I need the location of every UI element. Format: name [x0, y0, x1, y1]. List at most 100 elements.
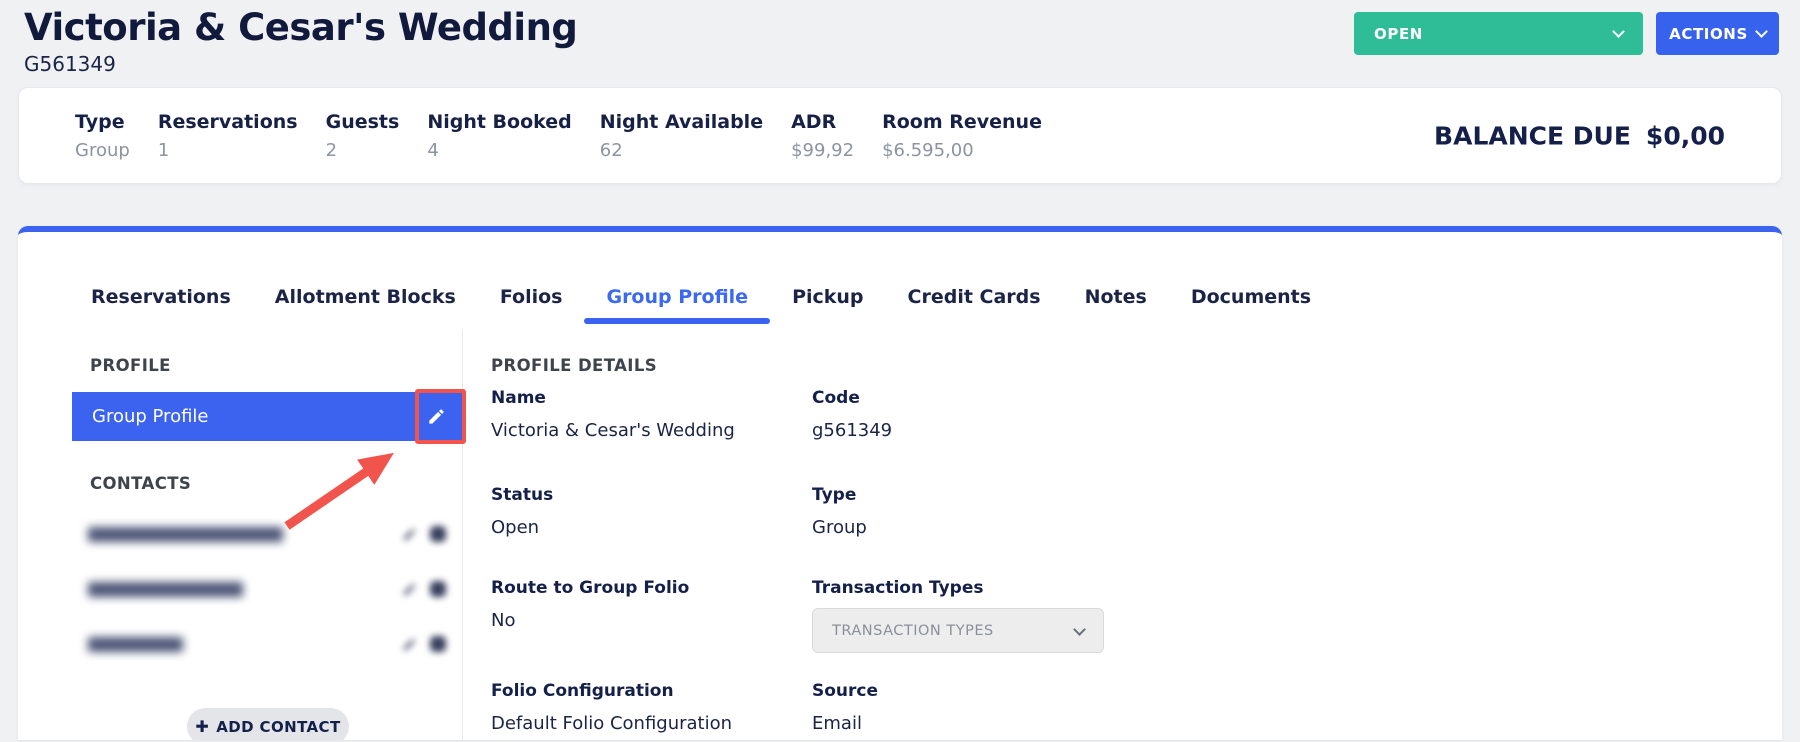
- profile-sidebar: PROFILE Group Profile CONTACTS: [18, 330, 463, 740]
- stat-value: Group: [75, 140, 130, 161]
- field-label: Code: [812, 388, 1782, 408]
- profile-section-heading: PROFILE: [90, 356, 462, 375]
- tab-content: PROFILE Group Profile CONTACTS: [18, 330, 1782, 740]
- transaction-types-dropdown[interactable]: TRANSACTION TYPES: [812, 608, 1104, 653]
- field-transaction-types: Transaction Types TRANSACTION TYPES: [812, 578, 1782, 653]
- field-type: Type Group: [812, 485, 1782, 538]
- contacts-list: [18, 521, 462, 657]
- page-header: Victoria & Cesar's Wedding G561349 OPEN …: [0, 0, 1800, 75]
- contact-row-actions: [402, 636, 446, 652]
- sidebar-item-group-profile[interactable]: Group Profile: [72, 392, 462, 441]
- edit-contact-icon[interactable]: [402, 582, 417, 597]
- field-route-to-group-folio: Route to Group Folio No: [491, 578, 812, 653]
- field-source: Source Email: [812, 681, 1782, 734]
- tab-label: Notes: [1085, 286, 1147, 308]
- field-value: Victoria & Cesar's Wedding: [491, 420, 812, 441]
- delete-contact-icon[interactable]: [430, 636, 446, 652]
- field-label: Route to Group Folio: [491, 578, 812, 598]
- field-code: Code g561349: [812, 388, 1782, 441]
- field-value: Email: [812, 713, 1782, 734]
- status-dropdown-label: OPEN: [1374, 25, 1423, 43]
- field-label: Status: [491, 485, 812, 505]
- tab-pickup[interactable]: Pickup: [770, 282, 885, 330]
- stat-value: 4: [427, 140, 571, 161]
- tab-folios[interactable]: Folios: [478, 282, 585, 330]
- stat-label: ADR: [791, 111, 854, 133]
- plus-icon: ✚: [195, 719, 209, 735]
- group-detail-card: Reservations Allotment Blocks Folios Gro…: [18, 226, 1782, 740]
- balance-due: BALANCE DUE $0,00: [1434, 121, 1725, 150]
- profile-details-heading: PROFILE DETAILS: [491, 356, 1782, 375]
- tab-group-profile[interactable]: Group Profile: [584, 282, 770, 330]
- tab-allotment-blocks[interactable]: Allotment Blocks: [253, 282, 478, 330]
- balance-due-label: BALANCE DUE: [1434, 121, 1631, 150]
- profile-details-fields: Name Victoria & Cesar's Wedding Code g56…: [491, 388, 1782, 734]
- chevron-down-icon: [1612, 25, 1625, 38]
- status-dropdown[interactable]: OPEN: [1354, 12, 1643, 55]
- field-label: Name: [491, 388, 812, 408]
- stat-type: Type Group: [75, 111, 130, 161]
- stat-label: Room Revenue: [882, 111, 1042, 133]
- field-folio-configuration: Folio Configuration Default Folio Config…: [491, 681, 812, 734]
- edit-group-profile-button[interactable]: [416, 396, 457, 437]
- tab-bar: Reservations Allotment Blocks Folios Gro…: [18, 232, 1782, 330]
- pencil-icon: [427, 407, 446, 426]
- contact-name-redacted: [88, 637, 183, 652]
- delete-contact-icon[interactable]: [430, 581, 446, 597]
- add-contact-button[interactable]: ✚ ADD CONTACT: [187, 708, 349, 740]
- stat-guests: Guests 2: [326, 111, 400, 161]
- field-value: Open: [491, 517, 812, 538]
- contact-row[interactable]: [88, 631, 446, 657]
- tab-label: Group Profile: [606, 286, 748, 308]
- stats-list: Type Group Reservations 1 Guests 2 Night…: [75, 111, 1042, 161]
- stat-night-booked: Night Booked 4: [427, 111, 571, 161]
- field-label: Type: [812, 485, 1782, 505]
- actions-button-label: ACTIONS: [1669, 25, 1748, 43]
- field-value: Group: [812, 517, 1782, 538]
- stat-label: Reservations: [158, 111, 298, 133]
- stat-label: Guests: [326, 111, 400, 133]
- edit-contact-icon[interactable]: [402, 637, 417, 652]
- stat-night-available: Night Available 62: [600, 111, 763, 161]
- contact-name-redacted: [88, 582, 243, 597]
- stat-value: 62: [600, 140, 763, 161]
- stat-label: Night Available: [600, 111, 763, 133]
- field-label: Source: [812, 681, 1782, 701]
- stat-adr: ADR $99,92: [791, 111, 854, 161]
- header-actions: OPEN ACTIONS: [1354, 12, 1779, 55]
- tab-reservations[interactable]: Reservations: [69, 282, 253, 330]
- chevron-down-icon: [1755, 25, 1768, 38]
- tab-notes[interactable]: Notes: [1063, 282, 1169, 330]
- delete-contact-icon[interactable]: [430, 526, 446, 542]
- stat-room-revenue: Room Revenue $6.595,00: [882, 111, 1042, 161]
- stat-value: $99,92: [791, 140, 854, 161]
- field-label: Transaction Types: [812, 578, 1782, 598]
- balance-due-value: $0,00: [1646, 121, 1725, 150]
- stat-value: 1: [158, 140, 298, 161]
- field-status: Status Open: [491, 485, 812, 538]
- contact-row-actions: [402, 581, 446, 597]
- field-value: g561349: [812, 420, 1782, 441]
- field-name: Name Victoria & Cesar's Wedding: [491, 388, 812, 441]
- contact-row[interactable]: [88, 521, 446, 547]
- field-label: Folio Configuration: [491, 681, 812, 701]
- stat-label: Type: [75, 111, 130, 133]
- group-code: G561349: [24, 52, 1776, 76]
- tab-label: Reservations: [91, 286, 231, 308]
- contact-row[interactable]: [88, 576, 446, 602]
- field-value: Default Folio Configuration: [491, 713, 812, 734]
- summary-card: Type Group Reservations 1 Guests 2 Night…: [18, 87, 1782, 184]
- field-value: No: [491, 610, 812, 631]
- contact-row-actions: [402, 526, 446, 542]
- contacts-section-heading: CONTACTS: [90, 474, 462, 493]
- tab-label: Allotment Blocks: [275, 286, 456, 308]
- edit-contact-icon[interactable]: [402, 527, 417, 542]
- actions-button[interactable]: ACTIONS: [1656, 12, 1779, 55]
- page: Victoria & Cesar's Wedding G561349 OPEN …: [0, 0, 1800, 740]
- add-contact-label: ADD CONTACT: [216, 718, 340, 736]
- tab-label: Credit Cards: [908, 286, 1041, 308]
- tab-credit-cards[interactable]: Credit Cards: [886, 282, 1063, 330]
- tab-documents[interactable]: Documents: [1169, 282, 1333, 330]
- stat-label: Night Booked: [427, 111, 571, 133]
- transaction-types-dropdown-label: TRANSACTION TYPES: [832, 623, 994, 639]
